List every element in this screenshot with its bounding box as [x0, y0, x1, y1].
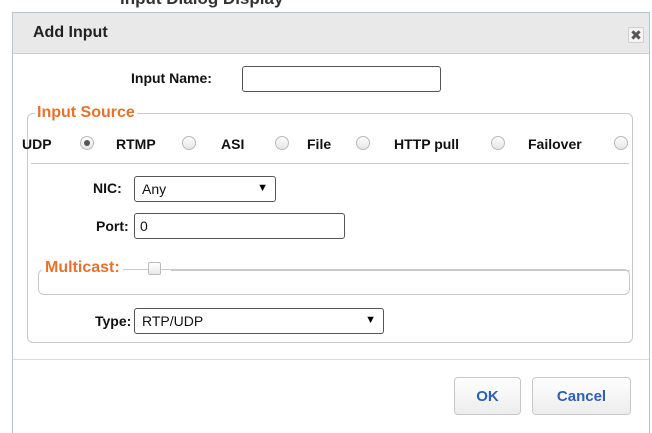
source-rtmp-label[interactable]: RTMP: [116, 136, 156, 152]
source-asi-radio[interactable]: [275, 136, 289, 150]
cancel-button[interactable]: Cancel: [532, 377, 631, 415]
multicast-checkbox[interactable]: [148, 262, 161, 275]
multicast-legend: Multicast:: [42, 259, 123, 277]
type-select[interactable]: RTP/UDP ▼: [134, 308, 384, 334]
multicast-divider: [171, 270, 630, 271]
dialog-title: Add Input: [33, 24, 108, 41]
input-source-legend: Input Source: [35, 104, 137, 122]
background-page-heading: Input Dialog Display: [120, 0, 283, 9]
port-field[interactable]: [134, 213, 345, 239]
input-name-label: Input Name:: [131, 70, 212, 86]
source-udp-radio[interactable]: [80, 136, 94, 150]
input-name-field[interactable]: [242, 66, 441, 92]
port-label: Port:: [96, 218, 129, 234]
ok-button[interactable]: OK: [454, 377, 521, 415]
source-file-radio[interactable]: [356, 136, 370, 150]
nic-selected-value: Any: [142, 181, 167, 197]
footer-divider: [13, 359, 649, 360]
source-http-pull-label[interactable]: HTTP pull: [394, 136, 459, 152]
source-divider: [31, 163, 629, 164]
source-rtmp-radio[interactable]: [182, 136, 196, 150]
nic-select[interactable]: Any ▼: [134, 176, 276, 202]
chevron-down-icon: ▼: [257, 182, 268, 194]
add-input-dialog: Add Input ✖ Input Name: Input Source UDP…: [12, 12, 650, 433]
source-failover-label[interactable]: Failover: [528, 136, 582, 152]
type-selected-value: RTP/UDP: [142, 313, 204, 329]
background-page: Input Dialog Display: [0, 0, 652, 12]
source-failover-radio[interactable]: [614, 136, 628, 150]
source-file-label[interactable]: File: [307, 136, 331, 152]
dialog-titlebar: Add Input ✖: [13, 13, 649, 54]
source-udp-label[interactable]: UDP: [22, 136, 52, 152]
close-icon[interactable]: ✖: [628, 27, 644, 43]
chevron-down-icon: ▼: [365, 314, 376, 326]
source-asi-label[interactable]: ASI: [221, 136, 244, 152]
source-http-pull-radio[interactable]: [491, 136, 505, 150]
type-label: Type:: [95, 313, 132, 329]
nic-label: NIC:: [93, 180, 122, 196]
multicast-section: [38, 269, 630, 295]
